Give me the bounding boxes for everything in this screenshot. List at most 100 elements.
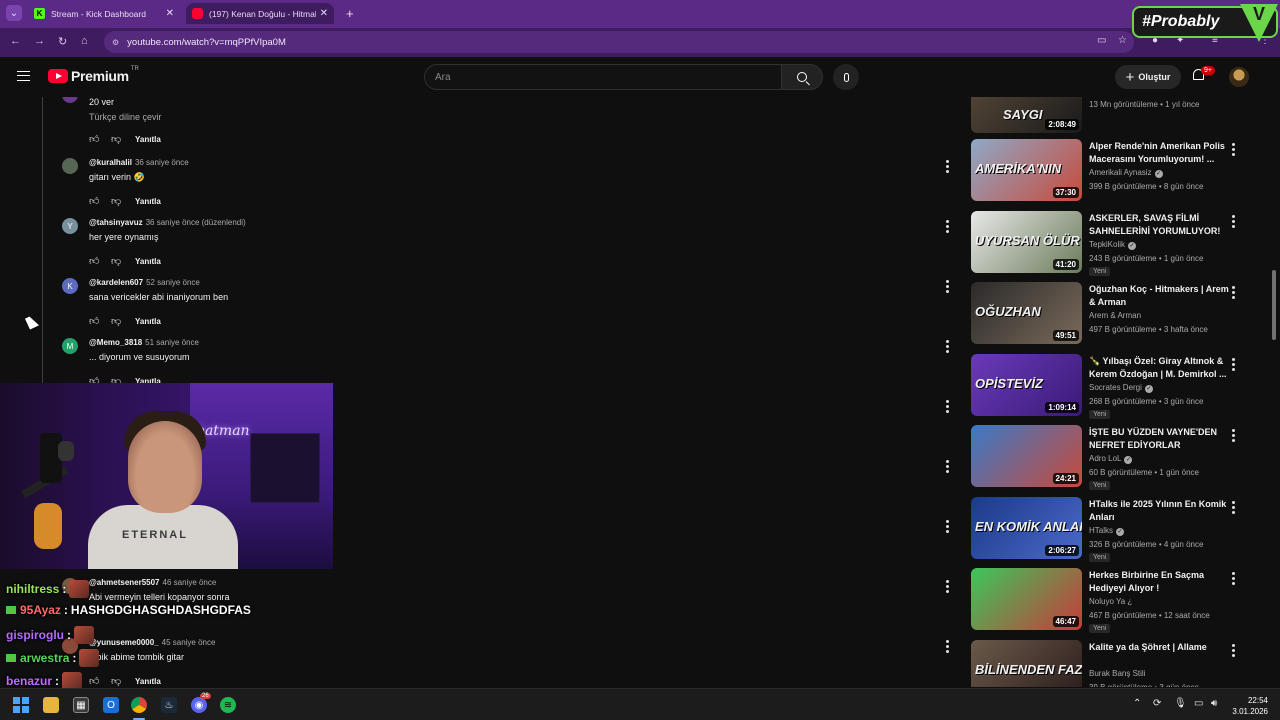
back-icon[interactable]: ← (10, 35, 21, 47)
comment-time[interactable]: 52 saniye önce (146, 278, 200, 287)
channel-name[interactable]: Arem & Arman (1089, 311, 1141, 320)
comment-more-icon[interactable] (946, 280, 950, 295)
video-title[interactable]: Kalite ya da Şöhret | Allame (1089, 641, 1229, 654)
video-thumbnail[interactable]: BİLİNENDEN FAZLASI (971, 639, 1082, 687)
related-video[interactable]: AMERİKA'NIN 37:30 Alper Rende'nin Amerikan… (971, 139, 1239, 203)
comment-time[interactable]: 36 saniye önce (düzenlendi) (146, 218, 246, 227)
video-thumbnail[interactable]: EN KOMİK ANLAR 2:06:27 (971, 496, 1082, 559)
microphone-tray-icon[interactable]: 🎙︎ (1174, 698, 1187, 709)
video-channel[interactable]: Adro LoL ✓ (1089, 454, 1133, 464)
video-more-icon[interactable] (1232, 429, 1235, 444)
channel-name[interactable]: HTalks (1089, 526, 1113, 535)
tab-youtube-video[interactable]: (197) Kenan Doğulu - Hitmakers ✕ (186, 3, 334, 24)
related-video[interactable]: SAYGI 2:08:49 13 Mn görüntüleme • 1 yıl … (971, 97, 1239, 135)
store-icon[interactable]: ▦ (73, 697, 89, 713)
comment-more-icon[interactable] (946, 400, 950, 415)
channel-name[interactable]: Adro LoL (1089, 454, 1121, 463)
related-video[interactable]: OPİSTEVİZ 1:09:14 🍾 Yılbaşı Özel: Giray Al… (971, 353, 1239, 419)
related-video[interactable]: EN KOMİK ANLAR 2:06:27 HTalks ile 2025 Yıl… (971, 496, 1239, 562)
search-input[interactable]: Ara (424, 64, 782, 90)
comment-more-icon[interactable] (946, 640, 950, 655)
video-channel[interactable]: HTalks ✓ (1089, 526, 1125, 536)
video-channel[interactable]: Noluyo Ya ¿ (1089, 597, 1132, 606)
translate-link[interactable]: Türkçe diline çevir (89, 112, 162, 122)
comment-avatar[interactable]: K (62, 278, 78, 294)
video-channel[interactable]: Socrates Dergi ✓ (1089, 383, 1153, 393)
comment-time[interactable]: 46 saniye önce (163, 578, 217, 587)
reply-button[interactable]: Yanıtla (135, 257, 161, 266)
site-info-icon[interactable]: ⚙ (112, 38, 119, 47)
comment-avatar[interactable] (62, 158, 78, 174)
search-button[interactable] (781, 64, 823, 90)
comment-time[interactable]: 36 saniye önce (135, 158, 189, 167)
comment-author[interactable]: @tahsinyavuz (89, 218, 143, 227)
dislike-icon[interactable]: 👎︎ (111, 133, 133, 145)
comment-avatar[interactable] (62, 97, 78, 103)
video-more-icon[interactable] (1232, 214, 1235, 230)
video-title[interactable]: İŞTE BU YÜZDEN VAYNE'DEN NEFRET EDİYORLA… (1089, 426, 1229, 452)
video-title[interactable]: ASKERLER, SAVAŞ FİLMİ SAHNELERİNİ YORUML… (1089, 212, 1229, 238)
steam-icon[interactable]: ♨ (161, 697, 177, 713)
video-thumbnail[interactable]: OPİSTEVİZ 1:09:14 (971, 353, 1082, 416)
comment-more-icon[interactable] (946, 580, 950, 595)
outlook-icon[interactable]: O (103, 697, 119, 713)
comment-more-icon[interactable] (946, 160, 950, 175)
comment-more-icon[interactable] (946, 220, 950, 235)
dislike-icon[interactable]: 👎︎ (111, 315, 133, 327)
windows-start-icon[interactable] (13, 697, 29, 713)
system-clock[interactable]: 22:54 3.01.2026 (1226, 695, 1268, 717)
youtube-premium-logo[interactable]: Premium TR (48, 66, 139, 84)
channel-name[interactable]: Amerikali Aynasiz (1089, 168, 1152, 177)
channel-name[interactable]: Socrates Dergi (1089, 383, 1142, 392)
bookmark-star-icon[interactable]: ☆ (1118, 35, 1127, 46)
video-more-icon[interactable] (1232, 357, 1235, 373)
like-icon[interactable]: 👍︎ (89, 195, 111, 207)
video-channel[interactable]: Amerikali Aynasiz ✓ (1089, 168, 1163, 178)
volume-icon[interactable]: 🔊︎ (1211, 698, 1217, 709)
video-title[interactable]: Oğuzhan Koç - Hitmakers | Arem & Arman (1089, 283, 1229, 309)
dislike-icon[interactable]: 👎︎ (111, 195, 133, 207)
tab-kick-dashboard[interactable]: K Stream - Kick Dashboard ✕ (28, 3, 180, 24)
new-tab-button[interactable]: + (346, 6, 354, 21)
video-thumbnail[interactable]: SAYGI 2:08:49 (971, 97, 1082, 133)
reply-button[interactable]: Yanıtla (135, 197, 161, 206)
video-title[interactable]: Alper Rende'nin Amerikan Polis Macerasın… (1089, 140, 1229, 166)
page-scrollbar[interactable] (1270, 60, 1278, 690)
comment-author[interactable]: @Memo_3818 (89, 338, 142, 347)
spotify-icon[interactable]: ≋ (220, 697, 236, 713)
dislike-icon[interactable]: 👎︎ (111, 675, 133, 687)
install-app-icon[interactable]: ▭ (1097, 35, 1106, 46)
channel-name[interactable]: TepkiKolik (1089, 240, 1125, 249)
tray-overflow-icon[interactable]: ⌃ (1133, 698, 1141, 709)
video-more-icon[interactable] (1232, 286, 1235, 301)
file-explorer-icon[interactable] (43, 697, 59, 713)
video-thumbnail[interactable]: 24:21 (971, 425, 1082, 487)
video-more-icon[interactable] (1232, 572, 1235, 587)
reload-icon[interactable]: ↻ (58, 35, 67, 48)
discord-icon[interactable]: ◉ (191, 697, 207, 713)
channel-name[interactable]: Burak Banş Stili (1089, 669, 1145, 678)
video-thumbnail[interactable]: UYURSAN ÖLÜR 41:20 (971, 210, 1082, 273)
chrome-icon[interactable] (131, 697, 147, 713)
video-title[interactable]: Herkes Birbirine En Saçma Hediyeyi Alıyo… (1089, 569, 1229, 595)
video-more-icon[interactable] (1232, 143, 1235, 158)
network-icon[interactable]: ▭ (1194, 698, 1203, 709)
video-channel[interactable]: Burak Banş Stili (1089, 669, 1145, 678)
close-tab-icon[interactable]: ✕ (320, 8, 328, 19)
channel-name[interactable]: Noluyo Ya ¿ (1089, 597, 1132, 606)
like-icon[interactable]: 👍︎ (89, 133, 111, 145)
related-video[interactable]: UYURSAN ÖLÜR 41:20 ASKERLER, SAVAŞ FİLMİ S… (971, 210, 1239, 276)
reply-button[interactable]: Yanıtla (135, 135, 161, 144)
video-title[interactable]: HTalks ile 2025 Yılının En Komik Anları (1089, 498, 1229, 524)
menu-icon[interactable] (17, 71, 30, 81)
video-channel[interactable]: TepkiKolik ✓ (1089, 240, 1137, 250)
comment-author[interactable]: @ahmetsener5507 (89, 578, 160, 587)
video-thumbnail[interactable]: 46:47 (971, 568, 1082, 630)
close-tab-icon[interactable]: ✕ (166, 8, 174, 19)
video-more-icon[interactable] (1232, 500, 1235, 516)
video-thumbnail[interactable]: OĞUZHAN 49:51 (971, 282, 1082, 344)
comment-avatar[interactable]: Y (62, 218, 78, 234)
comment-more-icon[interactable] (946, 520, 950, 535)
voice-search-button[interactable] (833, 64, 859, 90)
forward-icon[interactable]: → (34, 35, 45, 47)
